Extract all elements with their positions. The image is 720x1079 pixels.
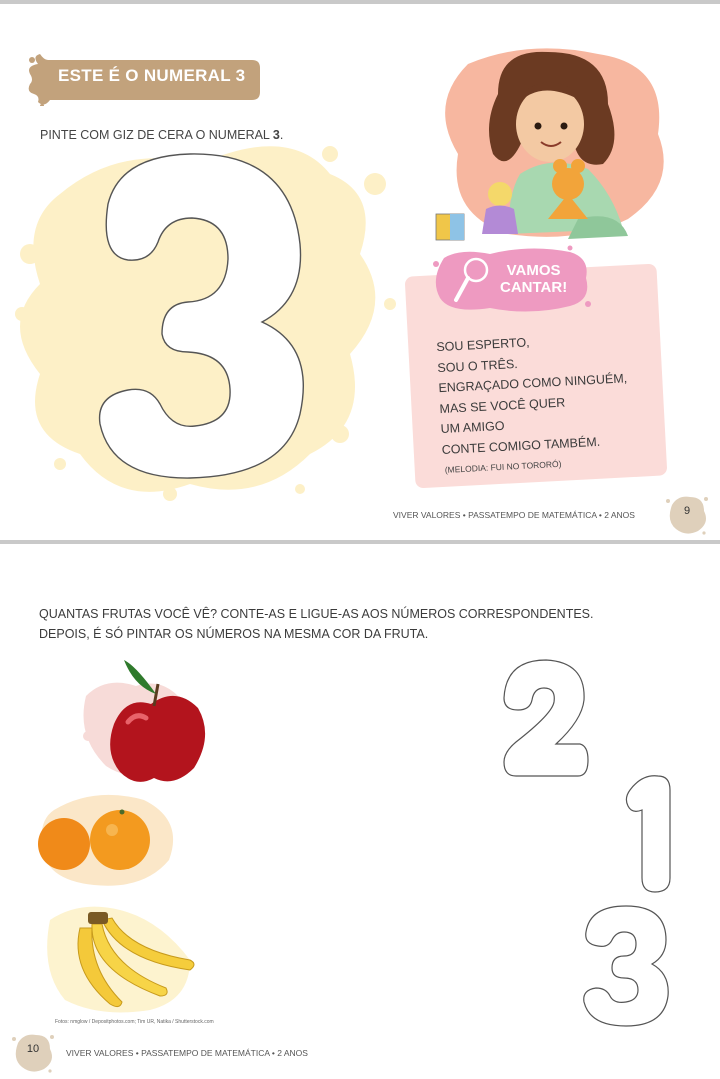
page-title: ESTE É O NUMERAL 3: [58, 66, 246, 85]
sing-badge-label: VAMOS CANTAR!: [500, 262, 567, 296]
page-number: 10: [26, 1043, 40, 1055]
melody-note: (MELODIA: FUI NO TORORÓ): [444, 458, 562, 475]
page-number: 9: [683, 505, 691, 517]
numeral-1-outline[interactable]: [622, 772, 674, 896]
girl-with-toys-illustration: [435, 48, 664, 241]
numeral-3-outline[interactable]: [580, 904, 672, 1030]
page-number-badge: 10: [10, 1029, 56, 1075]
counting-instruction: QUANTAS FRUTAS VOCÊ VÊ? CONTE-AS E LIGUE…: [39, 604, 594, 644]
oranges-image: [38, 794, 174, 886]
instruction-line: QUANTAS FRUTAS VOCÊ VÊ? CONTE-AS E LIGUE…: [39, 607, 594, 621]
page-footer: VIVER VALORES • PASSATEMPO DE MATEMÁTICA…: [66, 1048, 308, 1058]
sing-badge: VAMOS CANTAR!: [430, 244, 592, 316]
numeral-3-coloring-area[interactable]: [0, 134, 400, 514]
numeral-2-outline[interactable]: [498, 658, 590, 782]
title-badge: ESTE É O NUMERAL 3: [26, 52, 266, 106]
photo-credits: Fotos: nmglow / Depositphotos.com; Tim U…: [55, 1019, 214, 1025]
bananas-image: [47, 906, 195, 1013]
apple-image: [83, 660, 206, 782]
page-footer: VIVER VALORES • PASSATEMPO DE MATEMÁTICA…: [393, 510, 635, 520]
page-9: ESTE É O NUMERAL 3 PINTE COM GIZ DE CERA…: [0, 0, 720, 540]
page-number-badge: 9: [664, 491, 710, 537]
instruction-line: DEPOIS, É SÓ PINTAR OS NÚMEROS NA MESMA …: [39, 627, 429, 641]
sing-label-line1: VAMOS: [506, 262, 561, 279]
song-lyrics: SOU ESPERTO, SOU O TRÊS. ENGRAÇADO COMO …: [436, 327, 631, 460]
sing-label-line2: CANTAR!: [500, 279, 568, 296]
page-10: QUANTAS FRUTAS VOCÊ VÊ? CONTE-AS E LIGUE…: [0, 544, 720, 1079]
